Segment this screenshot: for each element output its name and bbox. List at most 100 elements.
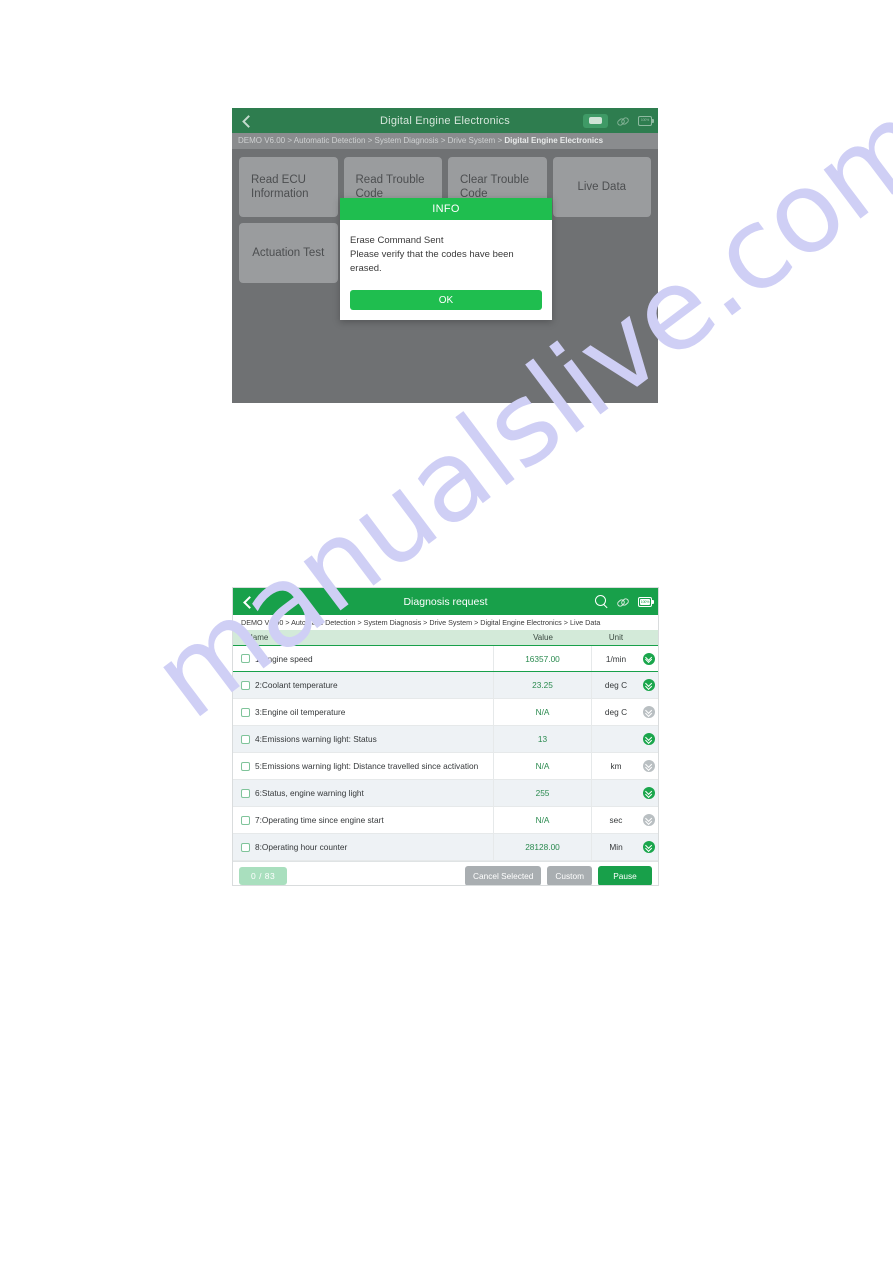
dialog-message-line-1: Erase Command Sent: [350, 235, 444, 246]
row-checkbox[interactable]: [241, 842, 250, 852]
menu-tile-read-ecu-information[interactable]: Read ECU Information: [239, 157, 338, 217]
row-checkbox[interactable]: [241, 734, 250, 744]
menu-tile-label: Clear Trouble Code: [460, 174, 530, 200]
back-chevron-icon[interactable]: [241, 595, 255, 609]
row-checkbox[interactable]: [241, 680, 250, 690]
column-header-unit: Unit: [608, 633, 624, 642]
live-data-table: 1:Engine speed 16357.00 1/min 2:Coolant …: [233, 645, 658, 861]
menu-tile-label: Read Trouble Code: [355, 174, 425, 200]
row-unit: deg C: [604, 680, 628, 690]
dialog-title: INFO: [340, 198, 552, 220]
row-value: 28128.00: [494, 834, 592, 860]
info-dialog: INFO Erase Command Sent Please verify th…: [340, 198, 552, 320]
row-unit: 1/min: [605, 654, 627, 664]
table-row[interactable]: 8:Operating hour counter 28128.00 Min: [233, 834, 658, 861]
row-name-cell: 3:Engine oil temperature: [233, 699, 494, 725]
row-action-cell: [640, 760, 658, 772]
menu-tile-actuation-test[interactable]: Actuation Test: [239, 223, 338, 283]
app-header: Diagnosis request 100%: [233, 588, 658, 615]
table-row[interactable]: 1:Engine speed 16357.00 1/min: [233, 645, 658, 672]
table-row[interactable]: 2:Coolant temperature 23.25 deg C: [233, 672, 658, 699]
double-chevron-down-icon[interactable]: [643, 787, 655, 799]
ok-button[interactable]: OK: [350, 290, 542, 310]
header-actions: 100%: [583, 108, 654, 133]
page-root: Digital Engine Electronics 100% DEMO V6.…: [0, 0, 893, 1263]
table-row[interactable]: 6:Status, engine warning light 255: [233, 780, 658, 807]
row-value: 23.25: [494, 672, 592, 698]
battery-percent-label: 100%: [640, 117, 650, 122]
screenshot-live-data: Diagnosis request 100% DEMO V6.00 > Auto…: [232, 587, 659, 886]
row-value: N/A: [494, 699, 592, 725]
row-unit: sec: [609, 815, 623, 825]
row-name-cell: 7:Operating time since engine start: [233, 807, 494, 833]
pause-button[interactable]: Pause: [598, 866, 652, 885]
row-name-cell: 4:Emissions warning light: Status: [233, 726, 494, 752]
row-checkbox[interactable]: [241, 761, 250, 771]
table-row[interactable]: 5:Emissions warning light: Distance trav…: [233, 753, 658, 780]
row-unit: [592, 780, 640, 806]
link-icon[interactable]: [617, 115, 629, 127]
row-value: 16357.00: [494, 646, 592, 671]
row-value: N/A: [494, 753, 592, 779]
row-label: 2:Coolant temperature: [255, 680, 338, 690]
table-header-row: Name Value Unit: [233, 630, 658, 645]
double-chevron-down-icon[interactable]: [643, 760, 655, 772]
row-unit: Min: [609, 842, 623, 852]
row-name-cell: 1:Engine speed: [233, 646, 494, 671]
row-checkbox[interactable]: [241, 654, 250, 663]
row-checkbox[interactable]: [241, 788, 250, 798]
column-header-value: Value: [533, 633, 553, 642]
breadcrumb: DEMO V6.00 > Automatic Detection > Syste…: [232, 133, 658, 149]
row-name-cell: 8:Operating hour counter: [233, 834, 494, 860]
cancel-selected-button[interactable]: Cancel Selected: [464, 866, 542, 885]
dialog-footer: OK: [340, 290, 552, 320]
row-action-cell: [640, 652, 658, 665]
table-row[interactable]: 7:Operating time since engine start N/A …: [233, 807, 658, 834]
breadcrumb: DEMO V6.00 > Automatic Detection > Syste…: [233, 615, 658, 630]
double-chevron-down-icon[interactable]: [643, 841, 655, 853]
row-label: 5:Emissions warning light: Distance trav…: [255, 761, 479, 771]
row-label: 3:Engine oil temperature: [255, 707, 346, 717]
table-row[interactable]: 3:Engine oil temperature N/A deg C: [233, 699, 658, 726]
row-unit: deg C: [604, 707, 628, 717]
row-label: 1:Engine speed: [255, 653, 313, 664]
double-chevron-down-icon[interactable]: [643, 814, 655, 826]
breadcrumb-path: DEMO V6.00 > Automatic Detection > Syste…: [238, 136, 505, 145]
double-chevron-down-icon[interactable]: [643, 733, 655, 745]
row-name-cell: 2:Coolant temperature: [233, 672, 494, 698]
row-label: 7:Operating time since engine start: [255, 815, 384, 825]
breadcrumb-current: Digital Engine Electronics: [504, 136, 604, 145]
link-icon[interactable]: [617, 596, 629, 608]
custom-button[interactable]: Custom: [547, 866, 592, 885]
row-unit: km: [610, 761, 622, 771]
row-action-cell: [640, 814, 658, 826]
menu-tile-label: Live Data: [577, 181, 627, 193]
back-chevron-icon[interactable]: [240, 114, 254, 128]
battery-percent-label: 100%: [640, 599, 650, 604]
table-row[interactable]: 4:Emissions warning light: Status 13: [233, 726, 658, 753]
double-chevron-down-icon[interactable]: [643, 679, 655, 691]
row-unit: [592, 726, 640, 752]
dialog-body: Erase Command Sent Please verify that th…: [340, 220, 552, 290]
row-action-cell: [640, 706, 658, 718]
row-name-cell: 6:Status, engine warning light: [233, 780, 494, 806]
header-actions: 100%: [595, 588, 654, 615]
row-value: 255: [494, 780, 592, 806]
bottom-toolbar: 0 / 83 Cancel Selected Custom Pause: [233, 861, 658, 885]
row-label: 8:Operating hour counter: [255, 842, 348, 852]
chat-badge-icon[interactable]: [583, 113, 608, 128]
row-value: N/A: [494, 807, 592, 833]
row-checkbox[interactable]: [241, 707, 250, 717]
row-name-cell: 5:Emissions warning light: Distance trav…: [233, 753, 494, 779]
row-label: 4:Emissions warning light: Status: [255, 734, 377, 744]
row-label: 6:Status, engine warning light: [255, 788, 364, 798]
menu-tile-label: Read ECU Information: [251, 174, 309, 200]
menu-tile-live-data[interactable]: Live Data: [552, 157, 651, 217]
row-checkbox[interactable]: [241, 815, 250, 825]
double-chevron-down-icon[interactable]: [643, 652, 655, 665]
double-chevron-down-icon[interactable]: [643, 706, 655, 718]
row-action-cell: [640, 787, 658, 799]
battery-icon: 100%: [638, 115, 654, 126]
row-action-cell: [640, 841, 658, 853]
search-icon[interactable]: [595, 595, 608, 608]
